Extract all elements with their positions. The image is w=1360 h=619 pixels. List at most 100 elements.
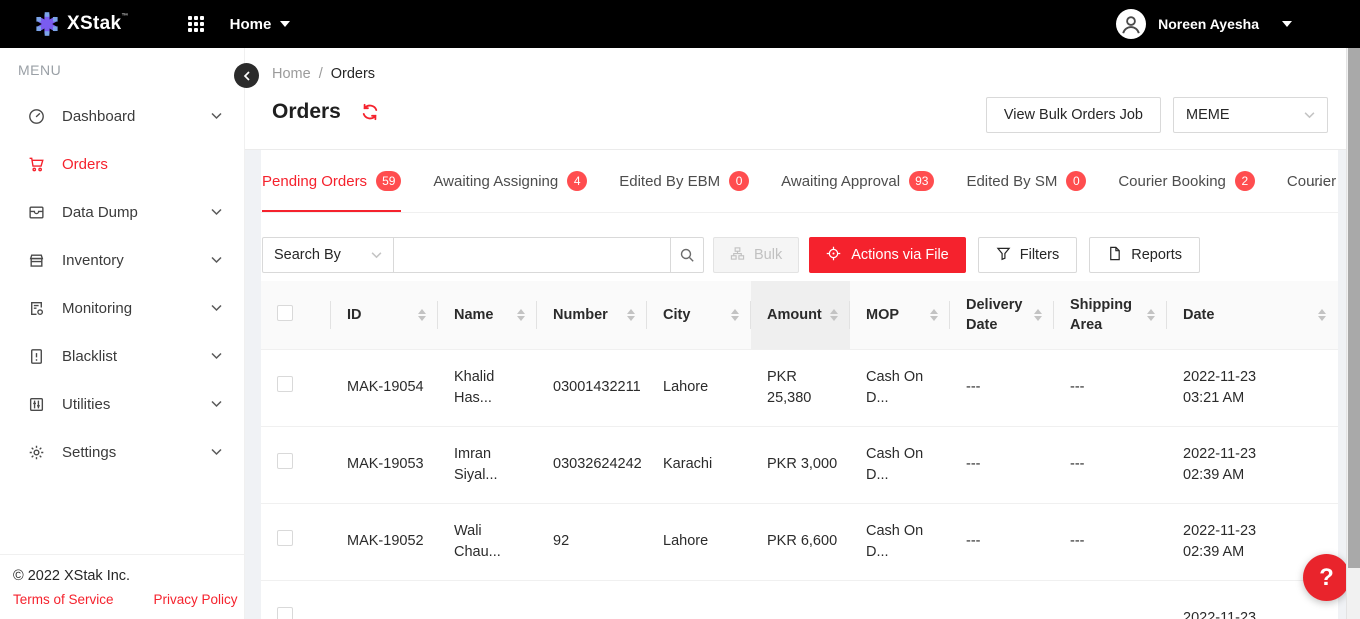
tabs-more-indicator[interactable]: ... [1311,173,1330,190]
tab-awaiting-assigning[interactable]: Awaiting Assigning4 [433,150,587,212]
sort-carets-icon[interactable] [418,309,426,321]
select-all-checkbox[interactable] [277,305,293,321]
cell-shipping-area: --- [1054,426,1167,503]
count-badge: 0 [729,171,749,191]
topnav-home-dropdown[interactable]: Home [230,16,291,33]
app-grid-icon[interactable] [187,15,205,33]
row-checkbox-cell [261,349,331,426]
sidebar-item-data-dump[interactable]: Data Dump [0,188,244,236]
sidebar-item-label: Inventory [62,252,211,269]
row-checkbox[interactable] [277,376,293,392]
row-checkbox-cell [261,580,331,619]
dashboard-icon [28,108,45,125]
scrollbar-thumb[interactable] [1348,48,1360,568]
column-header-id[interactable]: ID [331,281,438,349]
bulk-button[interactable]: Bulk [713,237,799,273]
tab-awaiting-approval[interactable]: Awaiting Approval93 [781,150,934,212]
column-header-name[interactable]: Name [438,281,537,349]
column-header-delivery-date[interactable]: Delivery Date [950,281,1054,349]
filters-button[interactable]: Filters [978,237,1077,273]
sidebar-item-settings[interactable]: Settings [0,428,244,476]
brand-name: XStak™ [67,13,129,35]
tab-edited-by-sm[interactable]: Edited By SM0 [966,150,1086,212]
sort-carets-icon[interactable] [731,309,739,321]
reports-button[interactable]: Reports [1089,237,1200,273]
breadcrumb-home[interactable]: Home [272,66,311,82]
row-checkbox[interactable] [277,453,293,469]
terms-of-service-link[interactable]: Terms of Service [13,592,114,607]
sort-carets-icon[interactable] [830,309,838,321]
search-by-value: Search By [274,247,341,263]
menu-label: MENU [18,62,244,78]
sort-carets-icon[interactable] [1318,309,1326,321]
column-header-mop[interactable]: MOP [850,281,950,349]
view-bulk-orders-job-button[interactable]: View Bulk Orders Job [986,97,1161,133]
sidebar-item-inventory[interactable]: Inventory [0,236,244,284]
tab-label: Courier Booking [1118,173,1226,190]
cell-amount: PKR 25,380 [751,349,850,426]
search-by-select[interactable]: Search By [262,237,394,273]
row-checkbox[interactable] [277,530,293,546]
user-icon [1118,11,1144,37]
search-icon [679,247,695,263]
sort-carets-icon[interactable] [1147,309,1155,321]
actions-via-file-button[interactable]: Actions via File [809,237,966,273]
trademark: ™ [121,13,128,20]
sidebar-item-orders[interactable]: Orders [0,140,244,188]
column-header-shipping-area[interactable]: Shipping Area [1054,281,1167,349]
table-row: 2022-11-23 [261,580,1338,619]
brand-select[interactable]: MEME [1173,97,1328,133]
page-title: Orders [272,100,341,124]
privacy-policy-link[interactable]: Privacy Policy [154,592,238,607]
row-checkbox-cell [261,426,331,503]
sort-carets-icon[interactable] [517,309,525,321]
sort-carets-icon[interactable] [930,309,938,321]
search-button[interactable] [671,237,704,273]
tab-courier-booking[interactable]: Courier Booking2 [1118,150,1255,212]
sort-carets-icon[interactable] [1034,309,1042,321]
cell-mop: Cash On D... [850,426,950,503]
chevron-down-icon [211,400,222,408]
sidebar-item-utilities[interactable]: Utilities [0,380,244,428]
cell-delivery-date [950,580,1054,619]
cell-mop: Cash On D... [850,503,950,580]
column-title: Date [1183,305,1312,325]
tab-pending-orders[interactable]: Pending Orders59 [262,150,401,212]
orders-table: IDNameNumberCityAmountMOP Delivery Date Sh… [261,281,1338,619]
row-checkbox[interactable] [277,607,293,619]
sidebar-collapse-button[interactable] [234,63,259,88]
user-menu[interactable]: Noreen Ayesha [1116,9,1292,39]
chevron-down-icon [211,352,222,360]
bulk-sitemap-icon [730,246,745,265]
sort-carets-icon[interactable] [627,309,635,321]
topnav-home-label: Home [230,16,272,33]
column-title: Delivery Date [966,295,1028,335]
chevron-down-icon [211,208,222,216]
refresh-icon[interactable] [361,103,379,121]
sidebar-item-monitoring[interactable]: Monitoring [0,284,244,332]
chevron-down-icon [371,251,382,259]
cell-shipping-area: --- [1054,349,1167,426]
column-header-number[interactable]: Number [537,281,647,349]
column-header-city[interactable]: City [647,281,751,349]
main-content: Home/Orders Orders View Bulk Orders Job … [245,48,1346,619]
sidebar-item-label: Utilities [62,396,211,413]
tab-edited-by-ebm[interactable]: Edited By EBM0 [619,150,749,212]
brand[interactable]: XStak™ [33,10,129,38]
cell-name [438,580,537,619]
table-row: MAK-19053Imran Siyal...03032624242Karach… [261,426,1338,503]
cell-number: 03001432211 [537,349,647,426]
column-header-amount[interactable]: Amount [751,281,850,349]
column-header-date[interactable]: Date [1167,281,1338,349]
copyright: © 2022 XStak Inc. [13,568,244,584]
table-toolbar: Search By Bulk Actions via File [261,237,1338,273]
sidebar-item-dashboard[interactable]: Dashboard [0,92,244,140]
table-header-row: IDNameNumberCityAmountMOP Delivery Date Sh… [261,281,1338,349]
sidebar-item-blacklist[interactable]: Blacklist [0,332,244,380]
cell-date: 2022-11-23 02:39 AM [1167,426,1338,503]
vertical-scrollbar[interactable] [1346,48,1360,619]
search-input[interactable] [394,237,671,273]
cell-mop [850,580,950,619]
help-button[interactable]: ? [1303,554,1350,601]
report-file-icon [1107,246,1122,265]
